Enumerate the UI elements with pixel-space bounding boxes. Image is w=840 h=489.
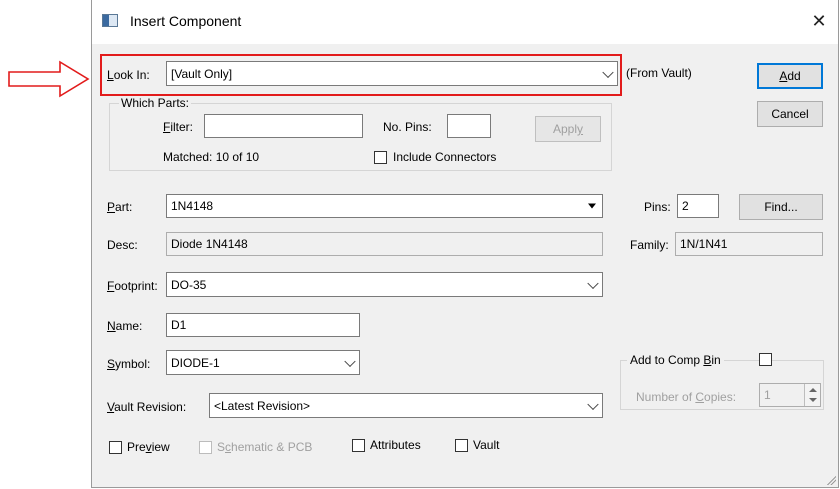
part-value: 1N4148 — [171, 199, 214, 213]
close-icon[interactable]: ✕ — [806, 8, 832, 34]
no-pins-label: No. Pins: — [383, 120, 432, 134]
symbol-label: Symbol: — [107, 357, 151, 371]
family-label: Family: — [630, 238, 669, 252]
number-of-copies-value: 1 — [764, 388, 771, 402]
family-value: 1N/1N41 — [675, 232, 823, 256]
schematic-pcb-label: Schematic & PCB — [217, 440, 313, 454]
filter-label: Filter: — [163, 120, 194, 134]
vault-revision-dropdown[interactable]: <Latest Revision> — [209, 393, 603, 418]
vault-revision-value: <Latest Revision> — [214, 398, 311, 413]
chevron-down-icon — [587, 277, 599, 289]
attributes-checkbox[interactable] — [352, 439, 365, 452]
annotation-arrow — [8, 60, 90, 98]
chevron-down-icon — [587, 398, 599, 410]
desc-label: Desc: — [107, 238, 138, 252]
attributes-label: Attributes — [370, 438, 421, 452]
vault-label: Vault — [473, 438, 500, 452]
symbol-dropdown[interactable]: DIODE-1 — [166, 350, 360, 375]
window-icon — [102, 14, 118, 27]
apply-button[interactable]: Appl y — [535, 116, 601, 142]
part-label: Part: — [107, 200, 133, 214]
preview-checkbox[interactable] — [109, 441, 122, 454]
pins-value: 2 — [677, 194, 719, 218]
vault-revision-label: Vault Revision: — [107, 400, 187, 414]
no-pins-input[interactable] — [447, 114, 491, 138]
dialog-title: Insert Component — [130, 13, 242, 29]
footprint-dropdown[interactable]: DO-35 — [166, 272, 603, 297]
name-label: Name: — [107, 319, 143, 333]
pins-label: Pins: — [644, 200, 671, 214]
desc-value: Diode 1N4148 — [166, 232, 603, 256]
vault-checkbox[interactable] — [455, 439, 468, 452]
dropdown-arrow-icon — [588, 203, 596, 209]
number-of-copies-spinner[interactable]: 1 — [759, 383, 821, 407]
add-to-comp-bin-checkbox[interactable] — [759, 353, 772, 366]
footprint-value: DO-35 — [171, 277, 207, 292]
include-connectors-label: Include Connectors — [393, 150, 497, 164]
symbol-value: DIODE-1 — [171, 355, 220, 370]
find-button[interactable]: Find... — [739, 194, 823, 220]
matched-count: Matched: 10 of 10 — [163, 150, 260, 164]
which-parts-legend: Which Parts: — [119, 96, 192, 110]
from-vault-note: (From Vault) — [626, 66, 692, 80]
spin-up-icon — [809, 388, 817, 392]
add-button[interactable]: Add — [757, 63, 823, 89]
spinner-arrows-icon — [804, 384, 820, 406]
footprint-label: Footprint: — [107, 279, 158, 293]
part-dropdown[interactable]: 1N4148 — [166, 194, 603, 218]
include-connectors-checkbox[interactable] — [374, 151, 387, 164]
preview-label: Preview — [127, 440, 170, 454]
number-of-copies-label: Number of Copies: — [636, 390, 737, 404]
cancel-button[interactable]: Cancel — [757, 101, 823, 127]
resize-grip-icon[interactable] — [826, 475, 836, 485]
chevron-down-icon — [344, 355, 356, 367]
name-input[interactable]: D1 — [166, 313, 360, 337]
schematic-pcb-checkbox[interactable] — [199, 441, 212, 454]
add-to-comp-bin-label: Add to Comp Bin — [627, 353, 724, 367]
filter-input[interactable] — [204, 114, 363, 138]
title-bar: Insert Component ✕ — [92, 0, 838, 44]
spin-down-icon — [809, 398, 817, 402]
annotation-highlight-box — [100, 54, 622, 96]
